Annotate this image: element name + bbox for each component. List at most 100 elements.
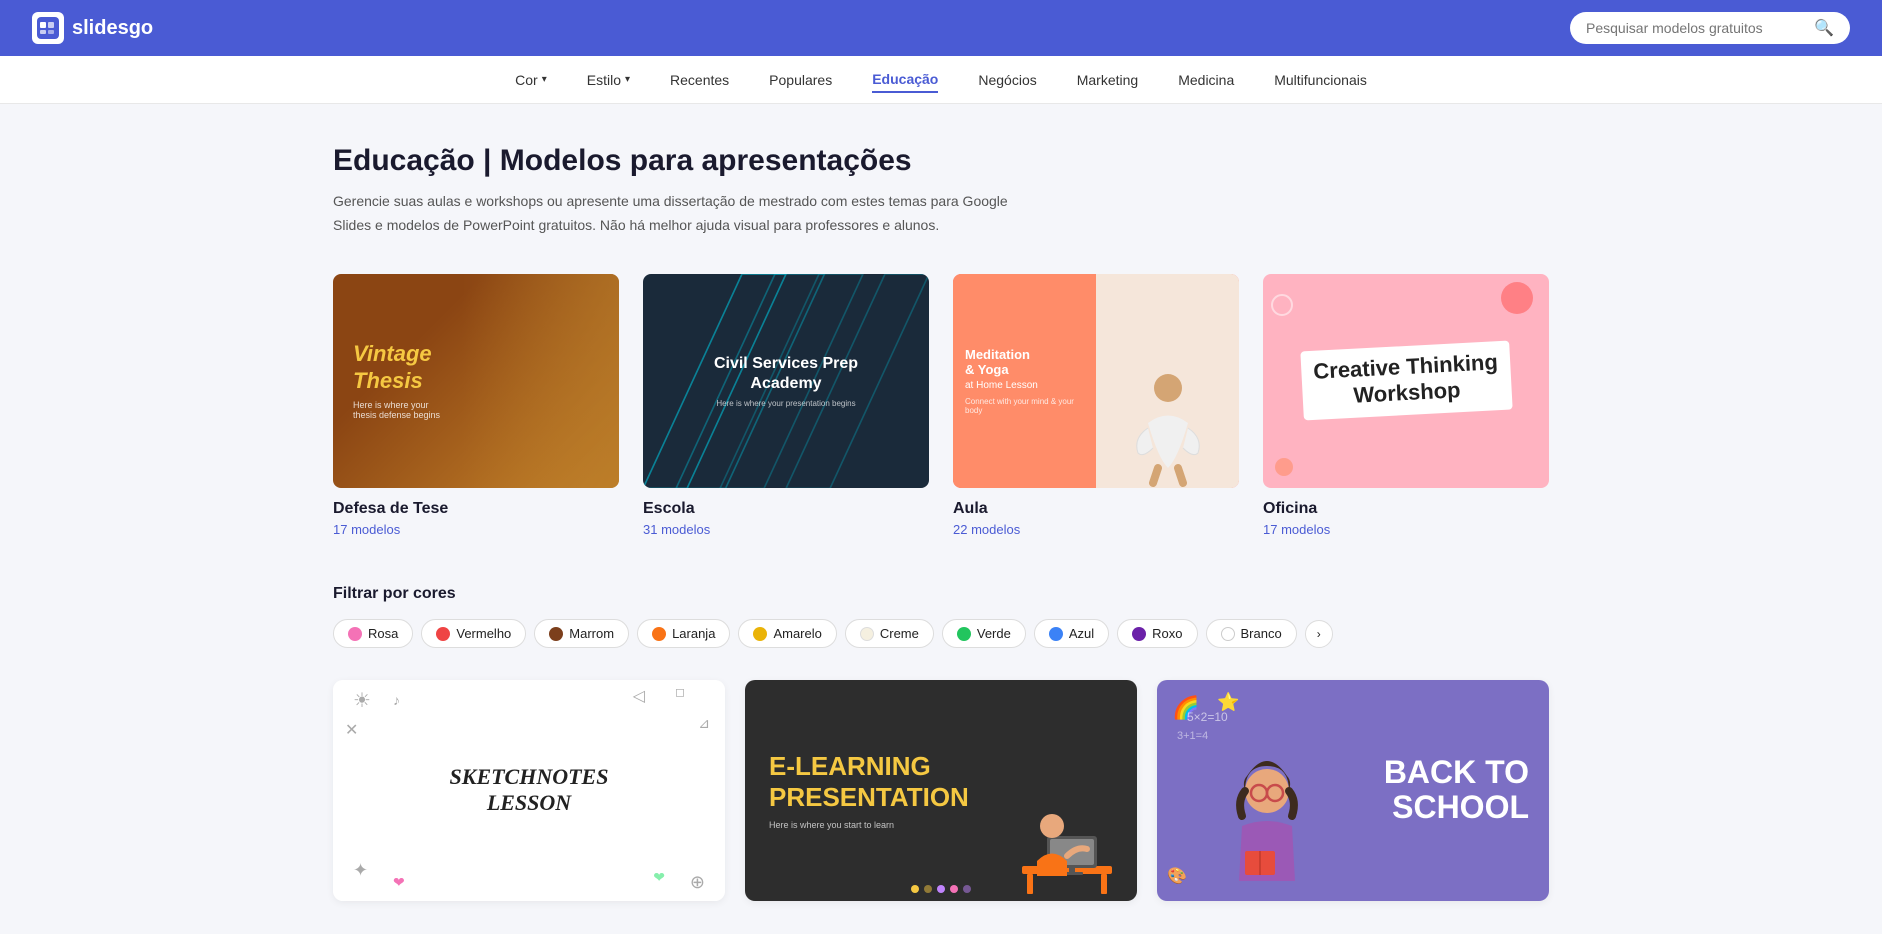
color-dot-creme <box>860 627 874 641</box>
template-grid: ☀ ♪ ◁ ◻ ✕ ✦ ❤ ❤ ⊕ ⊿ SKETCHNOTESLESSON <box>333 680 1549 901</box>
nav-item-populares[interactable]: Populares <box>769 68 832 92</box>
color-label-laranja: Laranja <box>672 626 715 641</box>
nav-label-medicina: Medicina <box>1178 72 1234 88</box>
color-dot-rosa <box>348 627 362 641</box>
main-nav: Cor ▾ Estilo ▾ Recentes Populares Educaç… <box>0 56 1882 104</box>
color-label-amarelo: Amarelo <box>773 626 821 641</box>
nav-item-medicina[interactable]: Medicina <box>1178 68 1234 92</box>
color-chip-marrom[interactable]: Marrom <box>534 619 629 648</box>
template-thumb-backtoschool: 🌈 ⭐ 🎨 5×2=10 3+1=4 <box>1157 680 1549 901</box>
logo-text: slidesgo <box>72 17 153 40</box>
color-label-creme: Creme <box>880 626 919 641</box>
category-card-oficina[interactable]: Creative ThinkingWorkshop Oficina 17 mod… <box>1263 274 1549 538</box>
color-filters: Rosa Vermelho Marrom Laranja Amarelo Cre… <box>333 619 1549 648</box>
template-thumb-elearning: E-LEARNINGPRESENTATION Here is where you… <box>745 680 1137 901</box>
nav-item-negocios[interactable]: Negócios <box>978 68 1036 92</box>
search-bar[interactable]: 🔍 <box>1570 12 1850 44</box>
elearning-subtitle: Here is where you start to learn <box>769 820 969 830</box>
color-dot-laranja <box>652 627 666 641</box>
category-card-escola[interactable]: Civil Services PrepAcademy Here is where… <box>643 274 929 538</box>
elearning-title: E-LEARNINGPRESENTATION <box>769 751 969 813</box>
workshop-thumb-title: Creative ThinkingWorkshop <box>1300 341 1512 421</box>
category-name-aula: Aula <box>953 500 1239 518</box>
color-label-marrom: Marrom <box>569 626 614 641</box>
nav-item-multifuncionais[interactable]: Multifuncionais <box>1274 68 1367 92</box>
template-card-sketchnotes[interactable]: ☀ ♪ ◁ ◻ ✕ ✦ ❤ ❤ ⊕ ⊿ SKETCHNOTESLESSON <box>333 680 725 901</box>
yoga-thumb-right <box>1096 274 1239 489</box>
search-icon[interactable]: 🔍 <box>1814 18 1834 38</box>
category-count-aula: 22 modelos <box>953 522 1239 537</box>
category-name-oficina: Oficina <box>1263 500 1549 518</box>
template-card-backtoschool[interactable]: 🌈 ⭐ 🎨 5×2=10 3+1=4 <box>1157 680 1549 901</box>
search-input[interactable] <box>1586 20 1806 36</box>
nav-label-multifuncionais: Multifuncionais <box>1274 72 1367 88</box>
color-label-verde: Verde <box>977 626 1011 641</box>
thesis-thumb-title: VintageThesis <box>353 341 440 394</box>
color-chip-vermelho[interactable]: Vermelho <box>421 619 526 648</box>
category-count-thesis: 17 modelos <box>333 522 619 537</box>
category-count-oficina: 17 modelos <box>1263 522 1549 537</box>
color-dot-verde <box>957 627 971 641</box>
color-label-roxo: Roxo <box>1152 626 1182 641</box>
filter-section: Filtrar por cores Rosa Vermelho Marrom L… <box>333 585 1549 648</box>
category-name-thesis: Defesa de Tese <box>333 500 619 518</box>
color-label-azul: Azul <box>1069 626 1094 641</box>
page-title: Educação | Modelos para apresentações <box>333 144 1549 178</box>
color-chip-creme[interactable]: Creme <box>845 619 934 648</box>
nav-item-educacao[interactable]: Educação <box>872 67 938 93</box>
yoga-thumb-left: Meditation& Yoga at Home Lesson Connect … <box>953 274 1096 489</box>
nav-item-marketing[interactable]: Marketing <box>1077 68 1138 92</box>
category-count-escola: 31 modelos <box>643 522 929 537</box>
logo-icon <box>32 12 64 44</box>
sketchnotes-title: SKETCHNOTESLESSON <box>450 764 609 816</box>
chevron-down-icon: ▾ <box>625 74 630 85</box>
category-thumb-workshop: Creative ThinkingWorkshop <box>1263 274 1549 489</box>
color-chip-amarelo[interactable]: Amarelo <box>738 619 836 648</box>
color-label-vermelho: Vermelho <box>456 626 511 641</box>
main-content: Educação | Modelos para apresentações Ge… <box>301 104 1581 933</box>
color-dot-azul <box>1049 627 1063 641</box>
nav-item-cor[interactable]: Cor ▾ <box>515 68 547 92</box>
color-dot-vermelho <box>436 627 450 641</box>
template-thumb-sketchnotes: ☀ ♪ ◁ ◻ ✕ ✦ ❤ ❤ ⊕ ⊿ SKETCHNOTESLESSON <box>333 680 725 901</box>
color-chip-roxo[interactable]: Roxo <box>1117 619 1197 648</box>
nav-label-estilo: Estilo <box>587 72 621 88</box>
color-chip-branco[interactable]: Branco <box>1206 619 1297 648</box>
category-card-aula[interactable]: Meditation& Yoga at Home Lesson Connect … <box>953 274 1239 538</box>
backtoschool-title: BACK TOSCHOOL <box>1384 755 1529 825</box>
nav-label-cor: Cor <box>515 72 538 88</box>
nav-label-recentes: Recentes <box>670 72 729 88</box>
filter-title: Filtrar por cores <box>333 585 1549 603</box>
category-thumb-yoga: Meditation& Yoga at Home Lesson Connect … <box>953 274 1239 489</box>
color-filter-next-button[interactable]: › <box>1305 620 1333 648</box>
color-chip-laranja[interactable]: Laranja <box>637 619 730 648</box>
color-dot-marrom <box>549 627 563 641</box>
page-title-section: Educação | Modelos para apresentações Ge… <box>333 144 1549 238</box>
template-card-elearning[interactable]: E-LEARNINGPRESENTATION Here is where you… <box>745 680 1137 901</box>
category-name-escola: Escola <box>643 500 929 518</box>
thesis-thumb-subtitle: Here is where yourthesis defense begins <box>353 400 440 420</box>
color-dot-branco <box>1221 627 1235 641</box>
nav-label-negocios: Negócios <box>978 72 1036 88</box>
color-dot-roxo <box>1132 627 1146 641</box>
color-dot-amarelo <box>753 627 767 641</box>
logo[interactable]: slidesgo <box>32 12 153 44</box>
page-description: Gerencie suas aulas e workshops ou apres… <box>333 190 1013 238</box>
nav-item-estilo[interactable]: Estilo ▾ <box>587 68 630 92</box>
category-thumb-thesis: VintageThesis Here is where yourthesis d… <box>333 274 619 489</box>
color-chip-rosa[interactable]: Rosa <box>333 619 413 648</box>
category-card-defesa-de-tese[interactable]: VintageThesis Here is where yourthesis d… <box>333 274 619 538</box>
nav-item-recentes[interactable]: Recentes <box>670 68 729 92</box>
chevron-down-icon: ▾ <box>542 74 547 85</box>
color-label-branco: Branco <box>1241 626 1282 641</box>
color-label-rosa: Rosa <box>368 626 398 641</box>
color-chip-verde[interactable]: Verde <box>942 619 1026 648</box>
nav-label-marketing: Marketing <box>1077 72 1138 88</box>
category-thumb-school: Civil Services PrepAcademy Here is where… <box>643 274 929 489</box>
category-grid: VintageThesis Here is where yourthesis d… <box>333 274 1549 538</box>
color-chip-azul[interactable]: Azul <box>1034 619 1109 648</box>
nav-label-educacao: Educação <box>872 71 938 87</box>
elearning-person-illustration <box>1017 761 1117 901</box>
school-thumb-text: Civil Services PrepAcademy Here is where… <box>714 354 858 409</box>
nav-label-populares: Populares <box>769 72 832 88</box>
